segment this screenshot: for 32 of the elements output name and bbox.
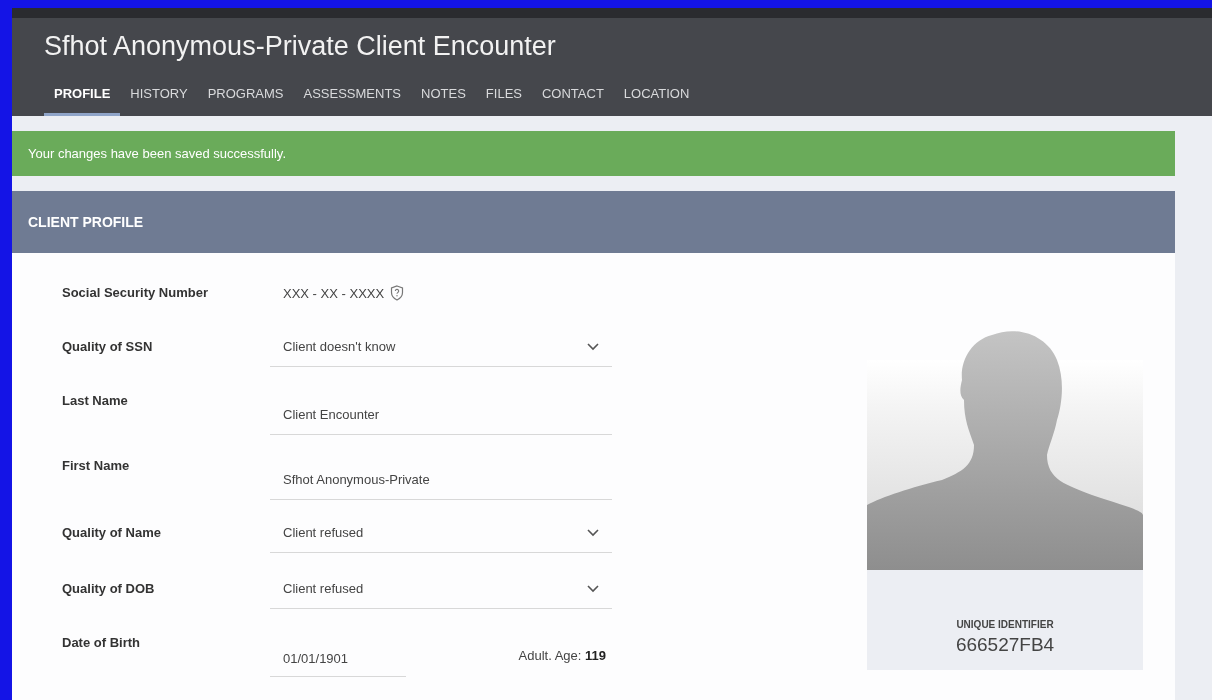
field-label: Date of Birth <box>62 634 141 650</box>
nav-tab[interactable]: CONTACT <box>531 78 614 116</box>
nav-tab[interactable]: NOTES <box>411 78 476 116</box>
nav-tab[interactable]: HISTORY <box>120 78 198 116</box>
masked-ssn: XXX - XX - XXXX <box>283 285 385 301</box>
field-label: Last Name <box>62 392 129 408</box>
nav-tab[interactable]: LOCATION <box>613 78 700 116</box>
chevron-down-icon <box>587 584 599 593</box>
nav-tab[interactable]: PROGRAMS <box>197 78 294 116</box>
input-field[interactable]: Sfhot Anonymous-Private <box>270 452 612 500</box>
shield-question-icon[interactable] <box>390 285 405 301</box>
select-field[interactable]: Client doesn't know <box>270 331 612 367</box>
date-field[interactable]: 01/01/1901 <box>270 629 406 677</box>
field-label: First Name <box>62 457 131 473</box>
field-label: Quality of SSN <box>62 338 154 354</box>
page-title: Sfhot Anonymous-Private Client Encounter <box>44 30 556 63</box>
nav-tab[interactable]: PROFILE <box>44 78 121 116</box>
field-label: Quality of DOB <box>62 580 156 596</box>
select-field[interactable]: Client refused <box>270 573 612 609</box>
input-field[interactable]: Client Encounter <box>270 387 612 435</box>
age-note: Adult. Age: 119 <box>518 648 607 665</box>
field-label: Quality of Name <box>62 524 162 540</box>
select-field[interactable]: Client refused <box>270 517 612 553</box>
nav-tab[interactable]: ASSESSMENTS <box>293 78 412 116</box>
chevron-down-icon <box>587 528 599 537</box>
section-header: CLIENT PROFILE <box>12 191 1175 253</box>
identifier-label: UNIQUE IDENTIFIER <box>956 619 1054 630</box>
nav-tab[interactable]: FILES <box>475 78 532 116</box>
identifier-value: 666527FB4 <box>955 634 1055 656</box>
field-label: Social Security Number <box>62 284 209 300</box>
chevron-down-icon <box>587 342 599 351</box>
success-alert: Your changes have been saved successfully. <box>12 131 1175 176</box>
